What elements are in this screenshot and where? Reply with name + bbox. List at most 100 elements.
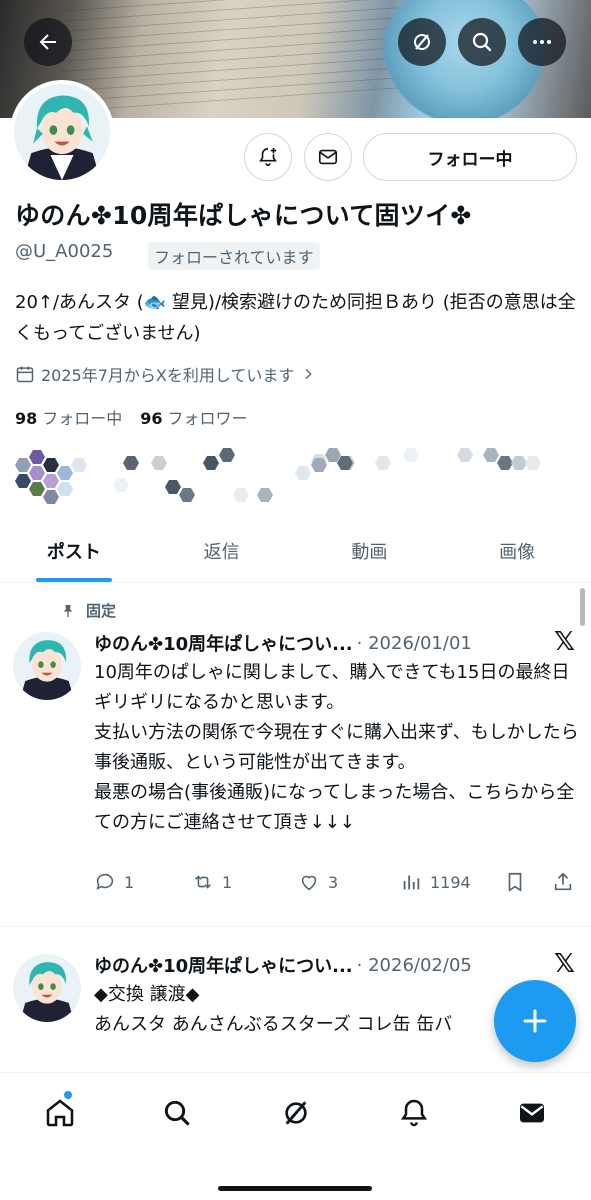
following-button[interactable]: フォロー中	[363, 133, 577, 181]
following-stat[interactable]: 98 フォロー中	[15, 405, 122, 429]
home-indicator	[218, 1186, 372, 1191]
scrollbar[interactable]	[580, 588, 585, 626]
mosaic-cell	[179, 488, 195, 502]
more-horizontal-icon	[533, 40, 551, 44]
bell-icon	[400, 1099, 428, 1127]
bookmark-button[interactable]	[504, 871, 526, 893]
share-icon	[554, 872, 572, 891]
tab-replies[interactable]: 返信	[148, 520, 296, 582]
back-button[interactable]	[24, 18, 72, 66]
tweet-actions: 1 1 3 1194	[94, 871, 574, 899]
reply-icon	[96, 873, 114, 890]
arrow-left-icon	[39, 34, 56, 50]
pinned-indicator: 固定	[60, 600, 116, 621]
grok-icon	[285, 1101, 307, 1125]
x-logo-icon: 𝕏	[554, 949, 575, 979]
views-button[interactable]: 1194	[400, 871, 471, 893]
follows-you-badge: フォローされています	[148, 242, 320, 270]
avatar-illustration	[13, 954, 81, 1022]
like-count: 3	[328, 872, 339, 892]
tweet-date[interactable]: · 2026/01/01	[357, 633, 472, 654]
repost-button[interactable]: 1	[192, 871, 232, 893]
mosaic-cell	[29, 482, 45, 496]
known-followers-mosaic[interactable]	[15, 446, 575, 508]
tab-videos[interactable]: 動画	[296, 520, 444, 582]
tweet-author[interactable]: ゆのん✤10周年ぱしゃについ...	[94, 952, 353, 978]
bookmark-icon	[508, 872, 522, 892]
nav-notifications[interactable]	[394, 1093, 434, 1133]
pin-icon	[64, 604, 72, 617]
avatar-illustration	[13, 632, 81, 700]
repost-icon	[195, 875, 211, 889]
more-button[interactable]	[518, 18, 566, 66]
mosaic-cell	[511, 456, 527, 470]
home-notification-dot	[64, 1091, 72, 1099]
mosaic-cell	[29, 466, 45, 480]
envelope-icon	[318, 149, 338, 165]
tab-images[interactable]: 画像	[443, 520, 591, 582]
tweet-date[interactable]: · 2026/02/05	[357, 955, 472, 976]
mosaic-cell	[403, 448, 419, 462]
joined-label: 2025年7月からXを利用しています	[41, 366, 295, 385]
share-button[interactable]	[552, 871, 574, 893]
grok-button[interactable]	[398, 18, 446, 66]
mosaic-cell	[15, 474, 31, 488]
compose-button[interactable]	[494, 980, 576, 1062]
mosaic-cell	[15, 458, 31, 472]
followers-stat[interactable]: 96 フォロワー	[140, 405, 247, 429]
follow-stats: 98 フォロー中 96 フォロワー	[15, 405, 248, 429]
mosaic-cell	[43, 490, 59, 504]
search-button[interactable]	[458, 18, 506, 66]
views-icon	[403, 875, 420, 890]
mosaic-cell	[375, 456, 391, 470]
tweet-header: ゆのん✤10周年ぱしゃについ... · 2026/02/05	[94, 952, 472, 978]
avatar[interactable]	[13, 954, 81, 1022]
x-logo-icon: 𝕏	[554, 627, 575, 657]
tweet-author[interactable]: ゆのん✤10周年ぱしゃについ...	[94, 630, 353, 656]
nav-messages[interactable]	[512, 1093, 552, 1133]
nav-grok[interactable]	[276, 1093, 316, 1133]
notify-button[interactable]	[244, 133, 292, 181]
nav-home[interactable]	[40, 1093, 80, 1133]
tweet-text: 10周年のぱしゃに関しまして、購入できても15日の最終日ギリギリになるかと思いま…	[94, 662, 579, 833]
bell-plus-icon	[259, 147, 277, 167]
mosaic-cell	[123, 456, 139, 470]
user-handle: @U_A0025	[15, 241, 114, 262]
pinned-label: 固定	[86, 602, 117, 620]
following-count: 98	[15, 409, 38, 428]
heart-icon	[301, 875, 317, 891]
chevron-right-icon	[305, 368, 313, 380]
avatar[interactable]	[13, 632, 81, 700]
mosaic-cell	[203, 456, 219, 470]
search-icon	[472, 32, 492, 52]
joined-date[interactable]: 2025年7月からXを利用しています	[15, 362, 316, 386]
display-name: ゆのん✤10周年ぱしゃについて固ツイ✤	[15, 201, 472, 230]
tweet-divider	[0, 926, 591, 927]
tab-posts[interactable]: ポスト	[0, 520, 148, 582]
mosaic-cell	[325, 448, 341, 462]
nav-search[interactable]	[157, 1093, 197, 1133]
mosaic-cell	[525, 456, 541, 470]
repost-count: 1	[222, 872, 233, 892]
mosaic-cell	[165, 480, 181, 494]
view-count: 1194	[430, 872, 471, 892]
mosaic-cell	[219, 448, 235, 462]
mosaic-cell	[151, 456, 167, 470]
mosaic-cell	[257, 488, 273, 502]
mosaic-cell	[113, 478, 129, 492]
mosaic-cell	[57, 482, 73, 496]
like-button[interactable]: 3	[298, 871, 338, 893]
mosaic-cell	[29, 450, 45, 464]
mosaic-cell	[497, 456, 513, 470]
profile-avatar[interactable]	[10, 80, 114, 184]
envelope-icon	[520, 1103, 544, 1123]
mosaic-cell	[43, 474, 59, 488]
tweet-header: ゆのん✤10周年ぱしゃについ... · 2026/01/01	[94, 630, 472, 656]
profile-tabs: ポスト 返信 動画 画像	[0, 520, 591, 583]
avatar-illustration	[14, 84, 110, 180]
followers-count: 96	[140, 409, 163, 428]
reply-button[interactable]: 1	[94, 871, 134, 893]
message-button[interactable]	[304, 133, 352, 181]
mosaic-cell	[71, 458, 87, 472]
calendar-icon	[16, 366, 34, 383]
